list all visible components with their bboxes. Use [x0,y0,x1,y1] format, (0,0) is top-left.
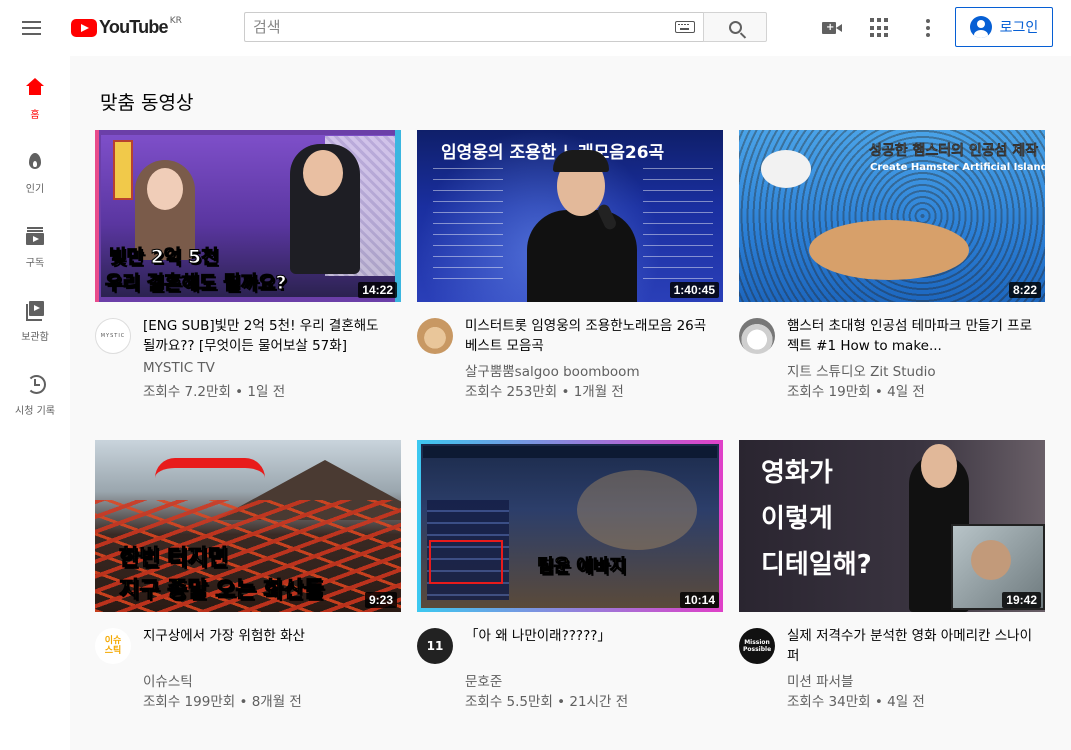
channel-name[interactable]: MYSTIC TV [143,360,215,376]
thumbnail-caption: 한번 터지면 [119,546,229,572]
sidebar-item-library[interactable]: 보관함 [0,278,70,352]
create-video-icon[interactable]: + [820,16,844,40]
channel-avatar[interactable]: 11 [417,628,453,664]
video-duration: 14:22 [358,282,397,298]
video-card[interactable]: 한번 터지면 지구 종말 오는 화산들 9:23 이슈스틱 지구상에서 가장 위… [95,440,401,710]
channel-avatar[interactable] [417,318,453,354]
search-input[interactable] [253,18,669,36]
channel-avatar[interactable] [739,318,775,354]
channel-name[interactable]: 살구뿜뿜salgoo boomboom [465,360,640,380]
video-stats: 조회수 253만회 • 1개월 전 [465,384,624,400]
sidebar-item-label: 시청 기록 [15,406,55,417]
avatar-text: 11 [426,639,444,653]
channel-avatar[interactable]: 이슈스틱 [95,628,131,664]
menu-icon[interactable] [22,16,48,40]
apps-grid-icon[interactable] [868,16,892,40]
history-icon [23,372,47,396]
thumbnail-caption: 성공한 햄스터의 인공섬 제작 [869,143,1039,160]
home-icon [23,76,47,100]
video-title[interactable]: 지구상에서 가장 위험한 화산 [143,626,393,646]
video-title[interactable]: 「아 왜 나만이래?????」 [465,626,715,646]
thumbnail-caption: 임영웅의 조용한 노래모음26곡 [441,143,665,163]
sidebar-item-label: 홈 [30,110,40,121]
video-card[interactable]: 팀운 에바지 10:14 11 「아 왜 나만이래?????」 문호준 조회수 … [417,440,723,710]
video-thumbnail[interactable]: 팀운 에바지 10:14 [417,440,723,612]
video-stats: 조회수 7.2만회 • 1일 전 [143,384,286,400]
thumbnail-caption: 우리 결혼해도 될까요? [105,272,288,295]
search-button[interactable] [703,12,767,42]
logo-text: YouTube [99,17,169,37]
video-stats: 조회수 19만회 • 4일 전 [787,384,925,400]
video-meta: MYSTIC [ENG SUB]빛만 2억 5천! 우리 결혼해도 될까요?? … [95,302,401,400]
thumbnail-caption: 디테일해? [761,550,872,580]
video-thumbnail[interactable]: 성공한 햄스터의 인공섬 제작 Create Hamster Artificia… [739,130,1045,302]
thumbnail-caption: 팀운 에바지 [537,556,627,578]
search-icon [728,20,742,34]
library-icon [23,298,47,322]
sidebar-item-trending[interactable]: 인기 [0,130,70,204]
video-thumbnail[interactable]: 빛만 2억 5천 우리 결혼해도 될까요? 14:22 [95,130,401,302]
video-stats: 조회수 5.5만회 • 21시간 전 [465,694,629,710]
video-title[interactable]: [ENG SUB]빛만 2억 5천! 우리 결혼해도 될까요?? [무엇이든 물… [143,316,393,356]
thumbnail-caption: 빛만 2억 5천 [109,246,220,269]
sidebar: 홈 인기 구독 보관함 시청 기록 [0,56,70,750]
video-duration: 10:14 [680,592,719,608]
sidebar-item-label: 보관함 [21,332,49,343]
video-meta: 이슈스틱 지구상에서 가장 위험한 화산 이슈스틱 조회수 199만회 • 8개… [95,612,401,710]
sidebar-item-home[interactable]: 홈 [0,56,70,130]
more-vert-icon[interactable] [916,16,940,40]
channel-name[interactable]: 이슈스틱 [143,670,193,690]
video-duration: 8:22 [1008,282,1041,298]
video-title[interactable]: 햄스터 초대형 인공섬 테마파크 만들기 프로젝트 #1 How to make… [787,316,1037,356]
signin-label: 로그인 [999,20,1039,36]
search-box [244,12,703,42]
fire-icon [23,150,47,174]
sidebar-item-subscriptions[interactable]: 구독 [0,204,70,278]
sidebar-item-history[interactable]: 시청 기록 [0,352,70,426]
avatar-text: 이슈스틱 [104,636,122,656]
video-card[interactable]: 성공한 햄스터의 인공섬 제작 Create Hamster Artificia… [739,130,1045,400]
account-icon [969,16,992,38]
video-duration: 19:42 [1002,592,1041,608]
thumbnail-caption: Create Hamster Artificial Island [870,162,1045,173]
thumbnail-caption: 지구 종말 오는 화산들 [118,578,325,604]
youtube-play-icon [71,18,97,37]
channel-name[interactable]: 지트 스튜디오 Zit Studio [787,360,936,380]
keyboard-icon[interactable] [675,21,695,33]
section-title: 맞춤 동영상 [100,92,194,114]
sidebar-item-label: 인기 [25,184,45,195]
video-title[interactable]: 실제 저격수가 분석한 영화 아메리칸 스나이퍼 [787,626,1037,666]
video-duration: 9:23 [364,592,397,608]
avatar-text: MYSTIC [100,333,126,339]
video-meta: Mission Possible 실제 저격수가 분석한 영화 아메리칸 스나이… [739,612,1045,710]
video-thumbnail[interactable]: 임영웅의 조용한 노래모음26곡 1:40:45 [417,130,723,302]
thumbnail-caption: 영화가 [761,458,833,488]
thumbnail-caption: 이렇게 [761,504,833,534]
channel-avatar[interactable]: Mission Possible [739,628,775,664]
search-bar [244,12,767,42]
video-thumbnail[interactable]: 영화가 이렇게 디테일해? 19:42 [739,440,1045,612]
video-title[interactable]: 미스터트롯 임영웅의 조용한노래모음 26곡 베스트 모음곡 [465,316,715,356]
subscriptions-icon [23,224,47,248]
video-stats: 조회수 199만회 • 8개월 전 [143,694,302,710]
logo-region: KR [169,16,182,26]
channel-name[interactable]: 미션 파서블 [787,670,853,690]
sidebar-item-label: 구독 [25,258,45,269]
video-meta: 미스터트롯 임영웅의 조용한노래모음 26곡 베스트 모음곡 살구뿜뿜salgo… [417,302,723,400]
video-thumbnail[interactable]: 한번 터지면 지구 종말 오는 화산들 9:23 [95,440,401,612]
top-header: YouTube KR + 로그인 [0,0,1071,56]
avatar-text: Mission Possible [743,639,772,653]
video-card[interactable]: 빛만 2억 5천 우리 결혼해도 될까요? 14:22 MYSTIC [ENG … [95,130,401,400]
signin-button[interactable]: 로그인 [955,7,1053,47]
channel-name[interactable]: 문호준 [465,670,502,690]
channel-avatar[interactable]: MYSTIC [95,318,131,354]
video-stats: 조회수 34만회 • 4일 전 [787,694,925,710]
video-meta: 햄스터 초대형 인공섬 테마파크 만들기 프로젝트 #1 How to make… [739,302,1045,400]
youtube-logo[interactable]: YouTube KR [71,16,182,38]
video-duration: 1:40:45 [669,282,719,298]
video-card[interactable]: 영화가 이렇게 디테일해? 19:42 Mission Possible 실제 … [739,440,1045,710]
video-card[interactable]: 임영웅의 조용한 노래모음26곡 1:40:45 미스터트롯 임영웅의 조용한노… [417,130,723,400]
video-meta: 11 「아 왜 나만이래?????」 문호준 조회수 5.5만회 • 21시간 … [417,612,723,710]
